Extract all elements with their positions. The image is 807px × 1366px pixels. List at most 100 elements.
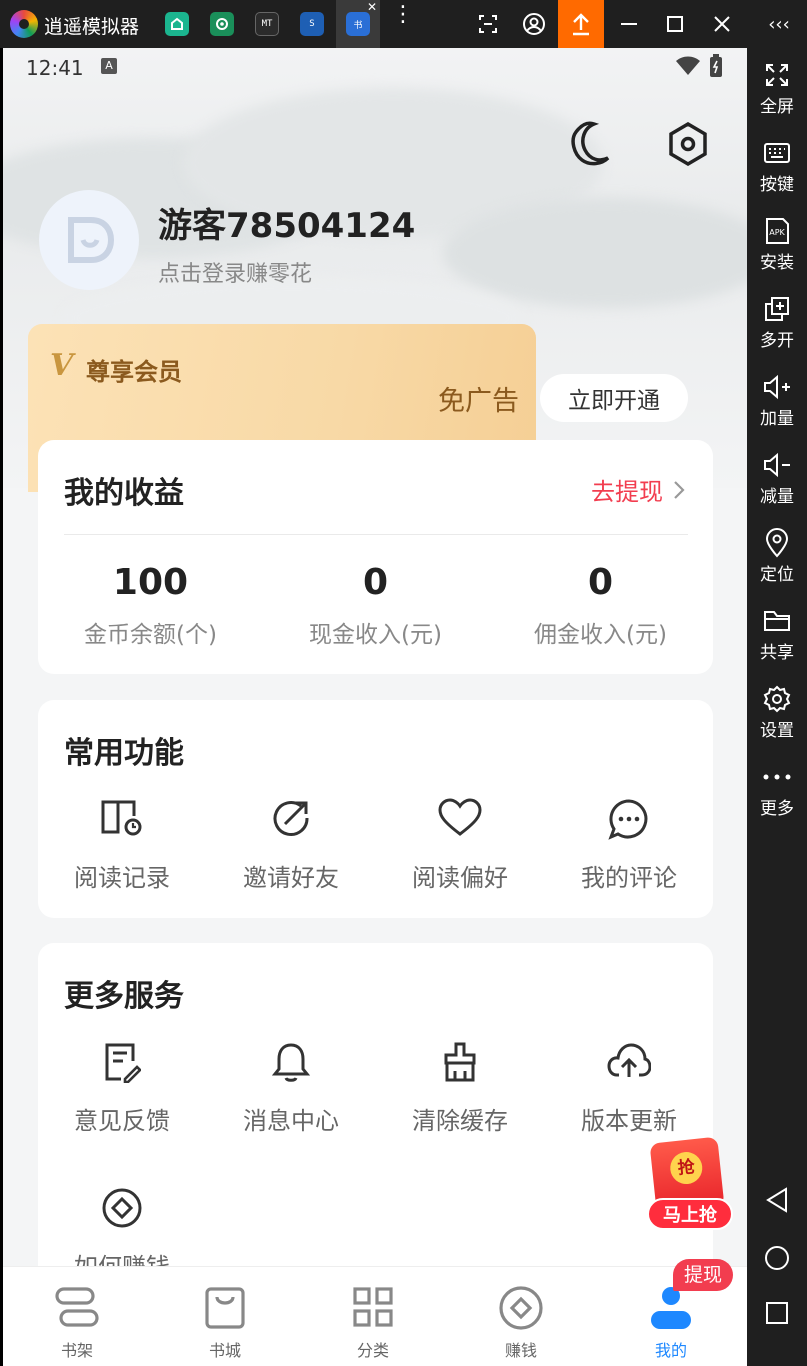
service-messages[interactable]: 消息中心 bbox=[207, 1041, 375, 1136]
sidebar-item-install[interactable]: APK 安装 bbox=[747, 214, 807, 273]
func-reading-preference[interactable]: 阅读偏好 bbox=[376, 798, 544, 893]
stat-value: 0 bbox=[362, 562, 389, 603]
sidebar-item-location[interactable]: 定位 bbox=[747, 526, 807, 585]
stat-commission[interactable]: 0 佣金收入(元) bbox=[488, 562, 713, 649]
username[interactable]: 游客78504124 bbox=[158, 198, 415, 247]
login-prompt[interactable]: 点击登录赚零花 bbox=[158, 256, 312, 288]
more-icon bbox=[763, 774, 791, 780]
s-app-label: S bbox=[309, 19, 315, 29]
service-label: 消息中心 bbox=[243, 1107, 339, 1135]
sidebar-item-fullscreen[interactable]: 全屏 bbox=[747, 58, 807, 117]
stat-label: 现金收入(元) bbox=[309, 622, 442, 648]
kebab-menu-icon[interactable]: ⋮ bbox=[392, 4, 414, 26]
bell-icon bbox=[271, 1043, 311, 1082]
coin-icon bbox=[102, 1188, 142, 1228]
func-label: 邀请好友 bbox=[243, 864, 339, 892]
svg-text:APK: APK bbox=[769, 228, 785, 237]
coin-icon bbox=[499, 1286, 543, 1330]
vip-open-button[interactable]: 立即开通 bbox=[540, 374, 688, 422]
minimize-icon[interactable] bbox=[606, 0, 652, 48]
volume-down-icon bbox=[764, 452, 790, 478]
stat-label: 金币余额(个) bbox=[84, 622, 217, 648]
func-my-comments[interactable]: 我的评论 bbox=[545, 798, 713, 893]
sidebar-item-more[interactable]: 更多 bbox=[747, 760, 807, 819]
emulator-side-panel: 全屏 按键 APK 安装 多开 加量 减量 定位 共享 设置 更多 bbox=[747, 48, 807, 1366]
service-clear-cache[interactable]: 清除缓存 bbox=[376, 1041, 544, 1136]
settings-hexagon-icon[interactable] bbox=[667, 122, 709, 166]
withdraw-label: 去提现 bbox=[591, 478, 663, 506]
sidebar-label: 安装 bbox=[760, 253, 794, 273]
stat-label: 佣金收入(元) bbox=[534, 622, 667, 648]
screenshot-icon[interactable] bbox=[465, 0, 511, 48]
withdraw-link[interactable]: 去提现 bbox=[591, 472, 685, 507]
broom-icon bbox=[444, 1042, 476, 1082]
func-invite-friends[interactable]: 邀请好友 bbox=[207, 798, 375, 893]
emulator-logo-icon bbox=[10, 10, 38, 38]
tab-label: 书城 bbox=[208, 1341, 241, 1360]
func-reading-history[interactable]: 阅读记录 bbox=[38, 798, 206, 893]
func-label: 阅读偏好 bbox=[412, 864, 508, 892]
common-functions-card: 常用功能 阅读记录 邀请好友 阅读偏好 我的评论 bbox=[38, 700, 713, 918]
vip-v-icon: V bbox=[50, 348, 74, 383]
night-mode-icon[interactable] bbox=[568, 120, 612, 166]
red-envelope-promo[interactable]: 抢 马上抢 bbox=[643, 1136, 735, 1236]
tab-earn[interactable]: 赚钱 bbox=[447, 1267, 595, 1366]
recents-square-icon bbox=[766, 1302, 788, 1324]
fullscreen-icon bbox=[766, 64, 788, 86]
nav-back-button[interactable] bbox=[747, 1186, 807, 1214]
book-record-icon bbox=[101, 800, 142, 836]
service-label: 清除缓存 bbox=[412, 1107, 508, 1135]
sidebar-item-multi[interactable]: 多开 bbox=[747, 292, 807, 351]
sidebar-item-volume-up[interactable]: 加量 bbox=[747, 370, 807, 429]
nav-recents-button[interactable] bbox=[747, 1300, 807, 1326]
battery-icon bbox=[710, 54, 722, 77]
emulator-titlebar: 逍遥模拟器 MT S 书 ✕ ⋮ ‹‹‹ bbox=[0, 0, 807, 48]
sidebar-label: 更多 bbox=[760, 799, 794, 819]
maximize-icon[interactable] bbox=[652, 0, 698, 48]
sidebar-item-share[interactable]: 共享 bbox=[747, 604, 807, 663]
stat-cash[interactable]: 0 现金收入(元) bbox=[263, 562, 488, 649]
tab-label: 书架 bbox=[60, 1341, 93, 1360]
bag-icon bbox=[205, 1287, 245, 1329]
bookshelf-icon bbox=[55, 1287, 99, 1327]
sidebar-label: 定位 bbox=[760, 565, 794, 585]
withdraw-badge[interactable]: 提现 bbox=[673, 1259, 733, 1291]
s-app-icon[interactable]: S bbox=[300, 12, 324, 36]
service-label: 版本更新 bbox=[581, 1107, 677, 1135]
tab-label: 我的 bbox=[654, 1341, 687, 1360]
sidebar-item-settings[interactable]: 设置 bbox=[747, 682, 807, 741]
novel-app-label: 书 bbox=[353, 20, 363, 31]
vip-feature: 免广告 bbox=[438, 386, 519, 417]
sidebar-item-volume-down[interactable]: 减量 bbox=[747, 448, 807, 507]
user-icon bbox=[651, 1287, 691, 1329]
stat-coins[interactable]: 100 金币余额(个) bbox=[38, 562, 263, 649]
upload-icon[interactable] bbox=[558, 0, 604, 48]
earnings-title: 我的收益 bbox=[64, 476, 184, 511]
app-store-icon[interactable] bbox=[165, 12, 189, 36]
keyboard-icon bbox=[764, 143, 790, 163]
tab-category[interactable]: 分类 bbox=[299, 1267, 447, 1366]
close-tab-icon[interactable]: ✕ bbox=[367, 0, 377, 14]
service-version-update[interactable]: 版本更新 bbox=[545, 1041, 713, 1136]
location-icon bbox=[765, 528, 789, 558]
apk-icon: APK bbox=[766, 218, 789, 244]
sidebar-label: 全屏 bbox=[760, 97, 794, 117]
service-feedback[interactable]: 意见反馈 bbox=[38, 1041, 206, 1136]
stat-value: 0 bbox=[587, 562, 614, 603]
account-icon[interactable] bbox=[511, 0, 557, 48]
clock: 12:41 bbox=[26, 56, 84, 80]
nav-home-button[interactable] bbox=[747, 1244, 807, 1272]
collapse-panel-icon[interactable]: ‹‹‹ bbox=[756, 0, 802, 48]
sidebar-item-keyboard[interactable]: 按键 bbox=[747, 136, 807, 195]
settings-app-icon[interactable] bbox=[210, 12, 234, 36]
tab-bookshelf[interactable]: 书架 bbox=[3, 1267, 151, 1366]
notification-icon: A bbox=[101, 58, 117, 74]
close-window-icon[interactable] bbox=[699, 0, 745, 48]
tab-bookstore[interactable]: 书城 bbox=[151, 1267, 299, 1366]
mt-manager-icon[interactable]: MT bbox=[255, 12, 279, 36]
grid-icon bbox=[353, 1287, 393, 1327]
mountain-decoration bbox=[443, 198, 747, 308]
active-app-tab[interactable]: 书 ✕ bbox=[336, 0, 380, 48]
avatar[interactable] bbox=[39, 190, 139, 290]
novel-app-icon: 书 bbox=[346, 12, 370, 36]
